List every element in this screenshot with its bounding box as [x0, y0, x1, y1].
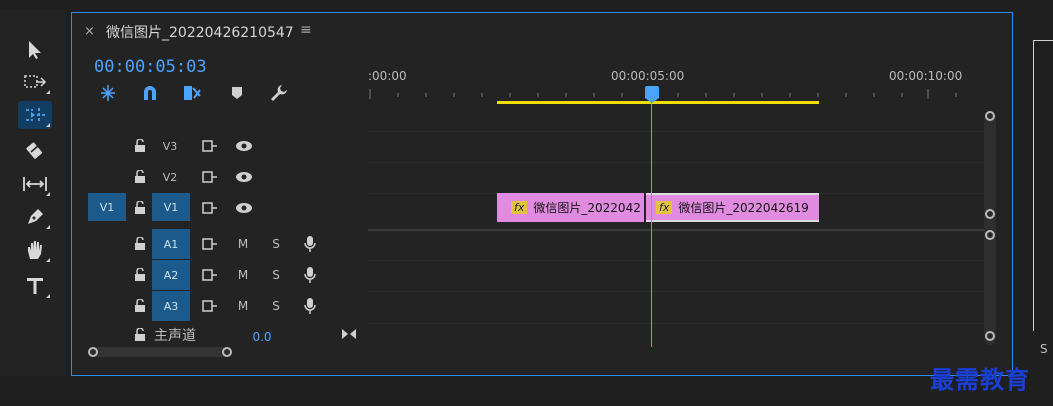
tools-panel	[0, 10, 66, 376]
nest-sequence-icon[interactable]	[97, 83, 119, 103]
track-header-v1: V1 V1	[72, 193, 368, 223]
mute-button[interactable]: M	[236, 296, 250, 316]
lock-icon[interactable]	[134, 265, 146, 285]
track-header-a3: A3 M S	[72, 291, 368, 321]
solo-button[interactable]: S	[270, 234, 282, 254]
master-track-label: 主声道	[154, 328, 196, 344]
source-patch-v1[interactable]: V1	[88, 193, 126, 221]
track-lane-v2[interactable]	[368, 162, 986, 193]
track-target-v1[interactable]: V1	[152, 193, 190, 221]
horizontal-scrollbar[interactable]	[88, 347, 232, 357]
scroll-handle[interactable]	[88, 347, 98, 357]
clip-label: 微信图片_2022042	[533, 201, 641, 215]
sync-lock-icon[interactable]	[202, 234, 218, 254]
mute-button[interactable]: M	[236, 265, 250, 285]
sync-lock-icon[interactable]	[202, 198, 218, 218]
microphone-icon[interactable]	[304, 265, 316, 285]
track-target-a1[interactable]: A1	[152, 229, 190, 259]
hand-tool-icon[interactable]	[18, 236, 52, 264]
ripple-edit-tool-icon[interactable]	[18, 101, 52, 129]
scroll-handle[interactable]	[985, 209, 995, 219]
mute-button[interactable]: M	[236, 234, 250, 254]
linked-selection-icon[interactable]	[181, 83, 203, 103]
slip-tool-icon[interactable]	[18, 170, 52, 198]
lock-icon[interactable]	[134, 325, 146, 345]
adjacent-panel-edge	[1033, 40, 1053, 331]
eye-icon[interactable]	[235, 167, 253, 187]
close-tab-button[interactable]: ×	[84, 24, 95, 39]
microphone-icon[interactable]	[304, 296, 316, 316]
sync-lock-icon[interactable]	[202, 136, 218, 156]
track-header-master: 主声道 0.0	[72, 323, 368, 347]
add-marker-icon[interactable]	[226, 83, 248, 103]
adjacent-panel-label: S	[1040, 342, 1048, 356]
scroll-handle[interactable]	[985, 331, 995, 341]
video-clip[interactable]: fx 微信图片_2022042	[497, 193, 644, 222]
snap-magnet-icon[interactable]	[139, 83, 161, 103]
track-target-a2[interactable]: A2	[152, 260, 190, 290]
sequence-tab-title[interactable]: 微信图片_20220426210547	[106, 22, 294, 42]
track-name[interactable]: V3	[156, 136, 184, 156]
scroll-handle[interactable]	[985, 230, 995, 240]
microphone-icon[interactable]	[304, 234, 316, 254]
lock-icon[interactable]	[134, 167, 146, 187]
timeline-settings-wrench-icon[interactable]	[268, 83, 290, 103]
track-header-v2: V2	[72, 162, 368, 192]
fx-badge: fx	[656, 201, 673, 214]
track-lane-master[interactable]	[368, 323, 986, 348]
track-header-a2: A2 M S	[72, 260, 368, 290]
lock-icon[interactable]	[134, 136, 146, 156]
eye-icon[interactable]	[235, 136, 253, 156]
selection-tool-icon[interactable]	[18, 36, 52, 64]
scroll-handle[interactable]	[222, 347, 232, 357]
video-clip[interactable]: fx 微信图片_2022042619	[646, 193, 819, 222]
track-select-tool-icon[interactable]	[18, 68, 52, 96]
lock-icon[interactable]	[134, 234, 146, 254]
track-target-a3[interactable]: A3	[152, 291, 190, 321]
track-lane-a3[interactable]	[368, 291, 986, 322]
solo-button[interactable]: S	[270, 265, 282, 285]
lock-icon[interactable]	[134, 296, 146, 316]
playhead-timecode[interactable]: 00:00:05:03	[94, 57, 207, 77]
master-volume-value[interactable]: 0.0	[250, 327, 274, 347]
track-lane-a1[interactable]	[368, 229, 986, 261]
track-lane-a2[interactable]	[368, 260, 986, 291]
scroll-handle[interactable]	[985, 111, 995, 121]
playhead-line[interactable]	[651, 97, 652, 347]
eye-icon[interactable]	[235, 198, 253, 218]
type-tool-icon[interactable]	[18, 272, 52, 300]
solo-button[interactable]: S	[270, 296, 282, 316]
vertical-scrollbar[interactable]	[984, 111, 996, 345]
playhead-handle[interactable]	[645, 86, 659, 98]
watermark-text: 最需教育	[930, 365, 1030, 394]
razor-tool-icon[interactable]	[18, 136, 52, 164]
panel-menu-button[interactable]: ≡	[300, 22, 312, 38]
track-name[interactable]: V2	[156, 167, 184, 187]
sync-lock-icon[interactable]	[202, 167, 218, 187]
go-to-end-icon[interactable]	[340, 324, 358, 344]
playhead-tip	[645, 98, 659, 103]
timeline-panel: × 微信图片_20220426210547 ≡ 00:00:05:03 :00:…	[71, 12, 1013, 376]
sync-lock-icon[interactable]	[202, 296, 218, 316]
track-header-v3: V3	[72, 131, 368, 161]
clip-label: 微信图片_2022042619	[678, 201, 809, 215]
pen-tool-icon[interactable]	[18, 203, 52, 231]
time-ruler[interactable]: :00:00 00:00:05:00 00:00:10:00	[368, 59, 986, 115]
fx-badge: fx	[511, 201, 528, 214]
track-lane-v3[interactable]	[368, 131, 986, 162]
sync-lock-icon[interactable]	[202, 265, 218, 285]
lock-icon[interactable]	[134, 198, 146, 218]
track-header-a1: A1 M S	[72, 229, 368, 259]
